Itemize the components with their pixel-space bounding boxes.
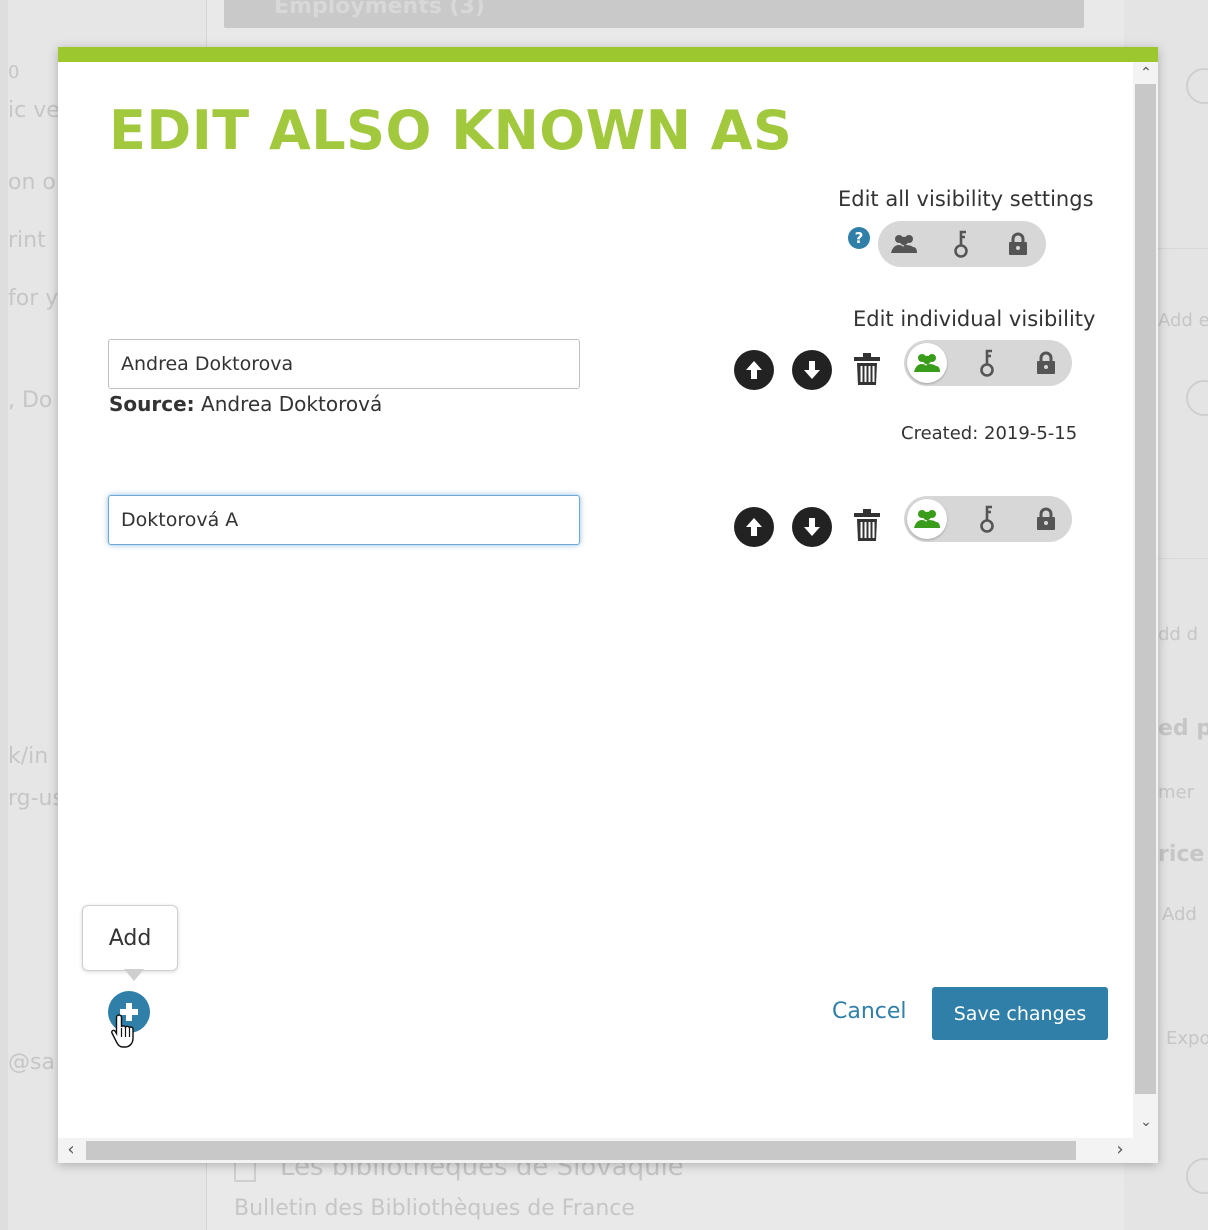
vertical-scrollbar[interactable]: ⌃ ⌄ [1133,62,1158,1138]
aka-input-1[interactable] [108,339,580,389]
add-tooltip: Add [82,905,178,971]
source-label: Source: [109,392,195,416]
horizontal-scrollbar[interactable]: ‹ › [58,1138,1158,1163]
background-fragment: rice [1158,842,1205,867]
trusted-parties-icon [980,349,994,377]
visibility-toggle-1 [904,340,1072,386]
move-down-button-1[interactable] [792,350,832,390]
visibility-only-me-2[interactable] [1026,499,1066,539]
move-up-button-1[interactable] [734,350,774,390]
visibility-everyone-1[interactable] [907,343,947,383]
source-value: Andrea Doktorová [201,392,383,416]
visibility-only-me-1[interactable] [1026,343,1066,383]
background-fragment: on o [8,170,56,195]
scroll-up-icon[interactable]: ⌃ [1136,63,1156,83]
visibility-trusted-1[interactable] [967,343,1007,383]
scroll-left-icon[interactable]: ‹ [61,1140,81,1160]
delete-button-1[interactable] [852,351,882,387]
visibility-all-toggle [878,221,1046,267]
help-icon[interactable]: ? [848,227,870,249]
arrow-down-icon [804,518,820,536]
edit-all-visibility-label: Edit all visibility settings [838,187,1094,211]
background-fragment: Add [1162,904,1197,925]
background-fragment: for y [8,286,59,311]
only-me-icon [1037,507,1055,530]
background-work-subtitle: Bulletin des Bibliothèques de France [234,1196,635,1221]
everyone-icon [891,235,917,253]
cancel-button[interactable]: Cancel [832,999,907,1024]
background-fragment: ed p [1158,716,1208,741]
move-up-button-2[interactable] [734,507,774,547]
edit-individual-visibility-label: Edit individual visibility [853,307,1096,331]
trusted-parties-icon [954,230,968,258]
background-fragment: rint [8,228,46,253]
background-fragment: dd d [1158,624,1198,645]
save-changes-button[interactable]: Save changes [932,987,1108,1040]
modal-title: EDIT ALSO KNOWN AS [109,99,793,162]
only-me-icon [1009,232,1027,255]
add-tooltip-arrow [124,969,144,981]
scroll-down-icon[interactable]: ⌄ [1136,1112,1156,1132]
visibility-all-trusted[interactable] [941,224,981,264]
delete-button-2[interactable] [852,507,882,543]
modal-accent-bar [58,47,1158,62]
visibility-all-only-me[interactable] [998,224,1038,264]
arrow-up-icon [746,518,762,536]
edit-aka-modal: EDIT ALSO KNOWN AS Edit all visibility s… [58,47,1158,1163]
background-section-header-text: Employments (3) [274,0,485,19]
aka-source-line: Source: Andrea Doktorová [109,392,382,416]
visibility-toggle-2 [904,496,1072,542]
background-fragment: @sa [8,1050,55,1075]
move-down-button-2[interactable] [792,507,832,547]
visibility-trusted-2[interactable] [967,499,1007,539]
background-fragment: Expo [1166,1028,1208,1049]
background-fragment: 0 [8,62,20,83]
trash-icon [854,509,880,541]
created-date: Created: 2019-5-15 [901,423,1078,444]
horizontal-scrollbar-thumb[interactable] [86,1141,1076,1160]
scroll-right-icon[interactable]: › [1110,1140,1130,1160]
background-fragment: ic ve [8,98,60,123]
background-section-header: Employments (3) [224,0,1084,28]
everyone-icon [914,510,940,528]
visibility-everyone-2[interactable] [907,499,947,539]
vertical-scrollbar-thumb[interactable] [1135,84,1156,1094]
arrow-down-icon [804,361,820,379]
background-fragment: mer [1158,782,1195,803]
background-fragment: rg-us [8,786,64,811]
only-me-icon [1037,351,1055,374]
aka-input-2[interactable] [108,495,580,545]
everyone-icon [914,354,940,372]
visibility-all-everyone[interactable] [884,224,924,264]
background-checkbox [234,1160,256,1182]
background-fragment: , Do [8,388,53,413]
background-fragment: Add e [1158,310,1208,331]
background-fragment: k/in [8,744,49,769]
arrow-up-icon [746,361,762,379]
hand-cursor-icon [111,1014,134,1048]
trash-icon [854,353,880,385]
trusted-parties-icon [980,505,994,533]
